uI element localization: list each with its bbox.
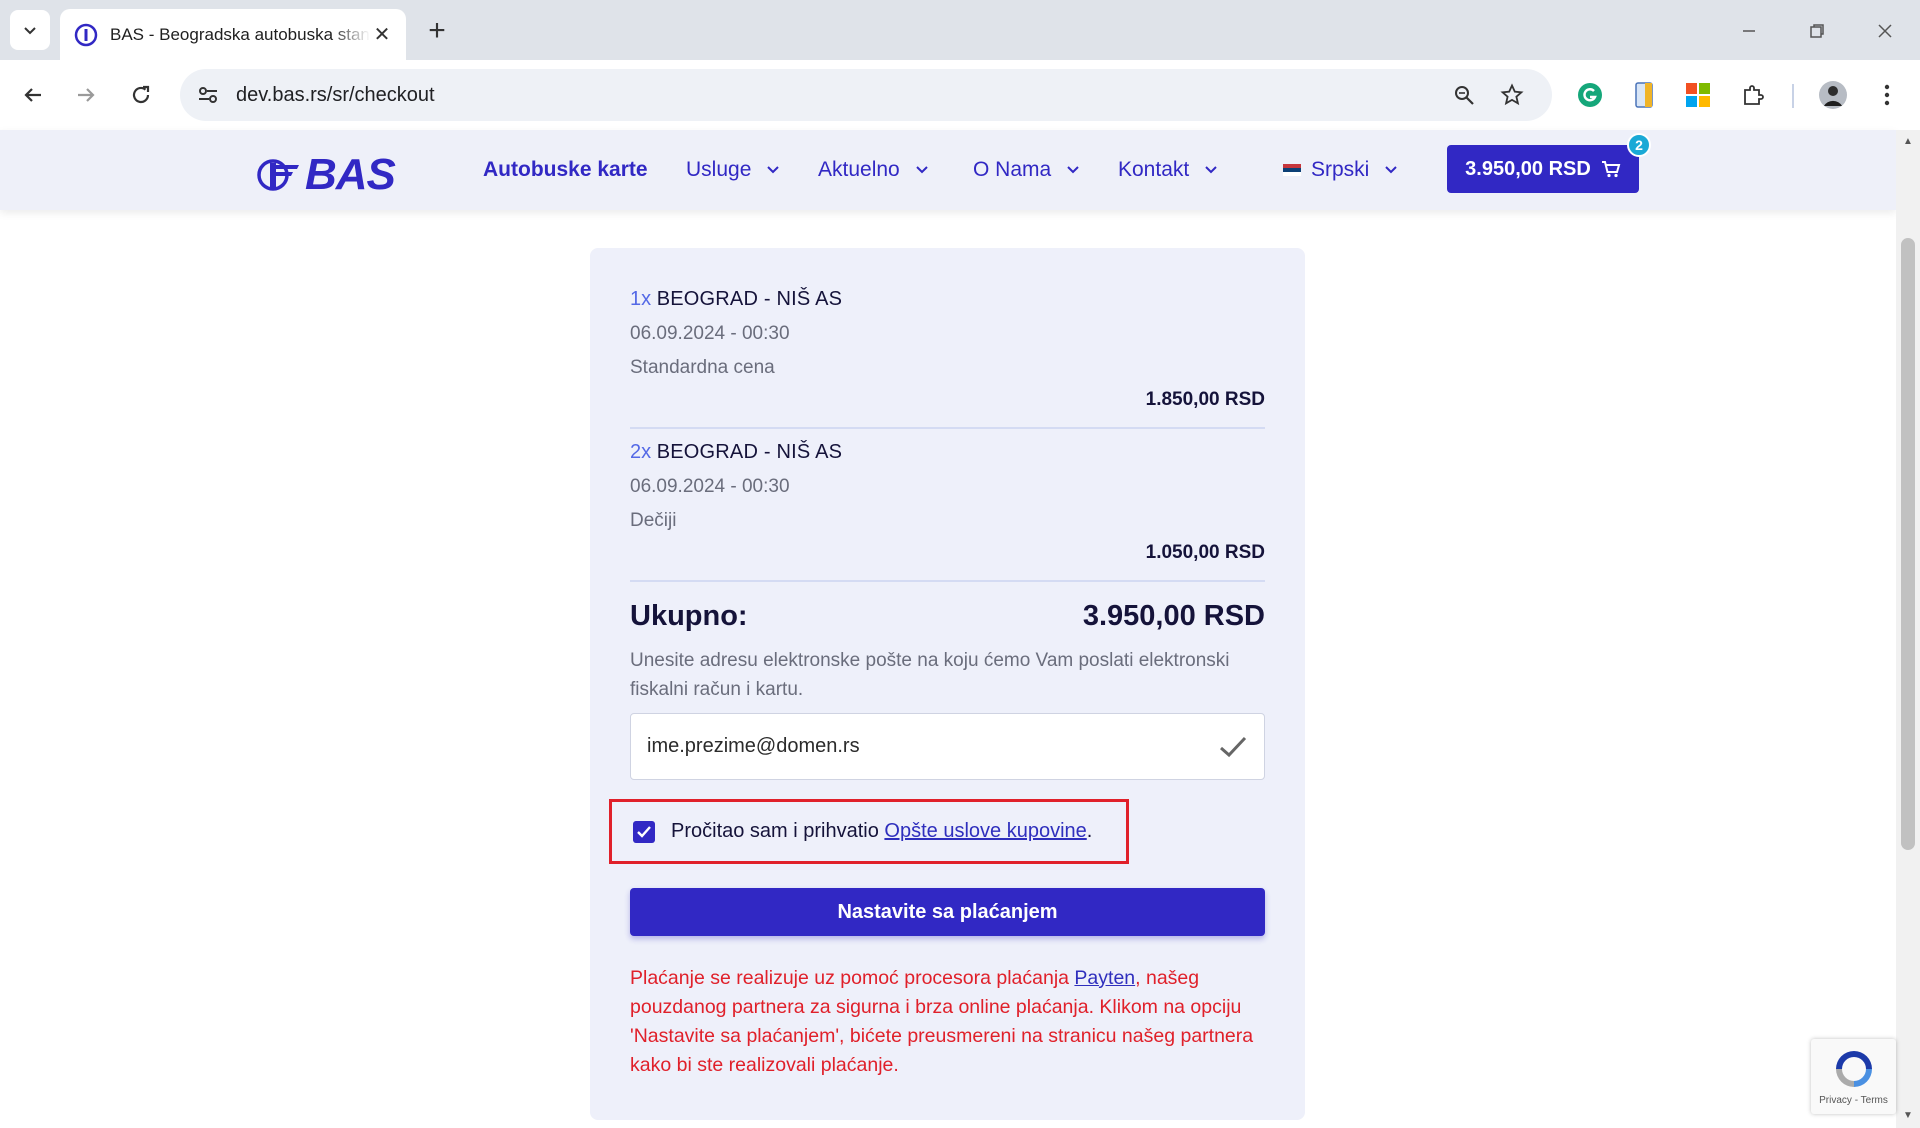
tab-search-button[interactable] [10, 10, 50, 50]
browser-toolbar: dev.bas.rs/sr/checkout [0, 60, 1920, 130]
checkout-summary-card: 1x BEOGRAD - NIŠ AS 06.09.2024 - 00:30 S… [590, 248, 1305, 1120]
language-selector[interactable]: Srpski [1283, 158, 1398, 182]
nav-autobuske-karte[interactable]: Autobuske karte [483, 158, 648, 182]
new-tab-button[interactable]: + [420, 14, 454, 48]
cart-total: 3.950,00 RSD [1465, 157, 1591, 180]
continue-to-payment-button[interactable]: Nastavite sa plaćanjem [630, 888, 1265, 936]
checkmark-icon [1220, 736, 1247, 757]
restore-icon[interactable] [1800, 14, 1834, 48]
reload-icon [132, 85, 150, 104]
browser-tab[interactable]: BAS - Beogradska autobuska stanica ✕ [60, 9, 406, 60]
language-label: Srpski [1311, 158, 1370, 181]
nav-label: Kontakt [1118, 158, 1190, 181]
nav-kontakt[interactable]: Kontakt [1118, 158, 1217, 182]
site-header: BAS Autobuske karte Usluge Aktuelno O Na… [0, 130, 1896, 210]
item-divider [630, 427, 1265, 429]
chevron-down-icon [1205, 163, 1217, 177]
order-total-row: Ukupno: 3.950,00 RSD [630, 600, 1265, 633]
cart-button[interactable]: 3.950,00 RSD 2 [1447, 133, 1651, 193]
order-item-price: 1.050,00 RSD [1145, 542, 1265, 563]
terms-text: Pročitao sam i prihvatio [671, 820, 885, 842]
payten-link[interactable]: Payten [1074, 967, 1135, 989]
order-item-route: BEOGRAD - NIŠ AS [656, 441, 843, 463]
address-bar[interactable]: dev.bas.rs/sr/checkout [180, 69, 1552, 121]
recaptcha-badge[interactable]: Privacy - Terms [1811, 1039, 1896, 1114]
total-value: 3.950,00 RSD [1082, 600, 1265, 632]
order-item-datetime: 06.09.2024 - 00:30 [630, 323, 790, 344]
order-item-title: 2x BEOGRAD - NIŠ AS [630, 441, 1265, 464]
chevron-down-icon [767, 163, 780, 177]
extensions-puzzle-icon[interactable] [1736, 78, 1770, 112]
terms-label: Pročitao sam i prihvatio Opšte uslove ku… [671, 820, 1092, 843]
chevron-down-icon [1385, 163, 1398, 177]
logo-text: BAS [305, 150, 396, 199]
order-item-qty: 1x [630, 288, 652, 310]
nav-usluge[interactable]: Usluge [686, 158, 780, 182]
recaptcha-icon [1835, 1051, 1872, 1087]
check-icon [637, 825, 651, 838]
terms-link[interactable]: Opšte uslove kupovine [884, 820, 1086, 842]
arrow-left-icon [24, 88, 41, 102]
order-item-fare: Standardna cena [630, 357, 775, 378]
reload-button[interactable] [122, 76, 160, 114]
grammarly-extension-icon[interactable] [1573, 78, 1607, 112]
page-scrollbar[interactable]: ▲ ▼ [1896, 130, 1920, 1128]
terms-suffix: . [1086, 820, 1093, 842]
order-item-price: 1.850,00 RSD [1145, 389, 1265, 410]
back-button[interactable] [14, 76, 52, 114]
recaptcha-text: Privacy - Terms [1819, 1095, 1888, 1106]
tab-close-icon[interactable]: ✕ [370, 23, 394, 47]
email-value: ime.prezime@domen.rs [647, 735, 860, 757]
order-item-route: BEOGRAD - NIŠ AS [656, 288, 843, 310]
browser-menu-icon[interactable] [1870, 78, 1904, 112]
scroll-down-arrow-icon[interactable]: ▼ [1902, 1110, 1914, 1122]
profile-avatar[interactable] [1816, 78, 1850, 112]
bas-favicon-icon [74, 23, 98, 46]
email-instructions: Unesite adresu elektronske pošte na koju… [630, 650, 1230, 700]
nav-aktuelno[interactable]: Aktuelno [818, 158, 928, 182]
cart-count-badge: 2 [1627, 133, 1651, 157]
nav-label: O Nama [973, 158, 1052, 181]
nav-o-nama[interactable]: O Nama [973, 158, 1079, 182]
close-window-icon[interactable] [1868, 14, 1902, 48]
browser-tab-bar: BAS - Beogradska autobuska stanica ✕ + [0, 0, 1920, 60]
order-item-fare: Dečiji [630, 510, 677, 531]
chevron-down-icon [1067, 163, 1079, 177]
nav-label: Autobuske karte [483, 158, 648, 181]
email-field[interactable]: ime.prezime@domen.rs [630, 713, 1265, 780]
serbia-flag-icon [1283, 164, 1301, 176]
arrow-right-icon [78, 88, 95, 102]
terms-checkbox[interactable] [633, 820, 655, 843]
microsoft-extension-icon[interactable] [1681, 78, 1715, 112]
order-item-datetime: 06.09.2024 - 00:30 [630, 476, 790, 497]
url-text: dev.bas.rs/sr/checkout [236, 83, 435, 106]
site-info-icon[interactable] [196, 83, 220, 112]
payment-processor-note: Plaćanje se realizuje uz pomoć procesora… [630, 964, 1265, 1080]
total-label: Ukupno: [630, 600, 748, 632]
item-divider [630, 580, 1265, 582]
zoom-icon[interactable] [1450, 81, 1478, 109]
order-item-title: 1x BEOGRAD - NIŠ AS [630, 288, 1265, 311]
minimize-icon[interactable] [1732, 14, 1766, 48]
terms-highlight-box: Pročitao sam i prihvatio Opšte uslove ku… [609, 799, 1129, 864]
forward-button[interactable] [67, 76, 105, 114]
cart-icon [1601, 161, 1621, 178]
phone-extension-icon[interactable] [1627, 78, 1661, 112]
bookmark-star-icon[interactable] [1498, 81, 1526, 109]
order-item: 1x BEOGRAD - NIŠ AS 06.09.2024 - 00:30 S… [630, 288, 1265, 411]
nav-label: Aktuelno [818, 158, 900, 181]
toolbar-divider [1792, 84, 1794, 108]
scroll-thumb[interactable] [1901, 238, 1915, 850]
order-item: 2x BEOGRAD - NIŠ AS 06.09.2024 - 00:30 D… [630, 441, 1265, 564]
chevron-down-icon [916, 163, 928, 177]
payten-prefix: Plaćanje se realizuje uz pomoć procesora… [630, 967, 1075, 989]
order-item-qty: 2x [630, 441, 652, 463]
nav-label: Usluge [686, 158, 752, 181]
tab-title: BAS - Beogradska autobuska stanica [110, 24, 370, 44]
bas-logo-icon [257, 159, 299, 191]
scroll-up-arrow-icon[interactable]: ▲ [1902, 136, 1914, 148]
bas-logo[interactable]: BAS [255, 150, 396, 200]
chevron-down-icon [24, 27, 36, 35]
